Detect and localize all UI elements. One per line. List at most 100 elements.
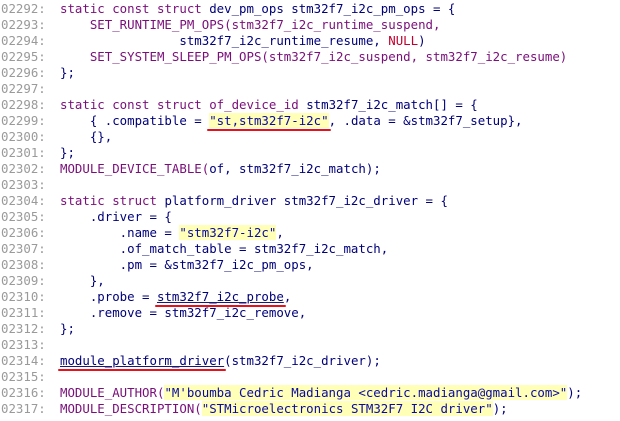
code-text: { .compatible = "st,stm32f7-i2c", .data …	[60, 113, 523, 129]
code-text: .of_match_table = stm32f7_i2c_match,	[60, 241, 389, 257]
code-line[interactable]: 02301:};	[0, 145, 620, 161]
code-text: };	[60, 321, 75, 337]
code-line[interactable]: 02308: .pm = &stm32f7_i2c_pm_ops,	[0, 257, 620, 273]
code-line[interactable]: 02315:	[0, 369, 620, 385]
code-text: },	[60, 273, 105, 289]
code-token: { .compatible =	[60, 113, 210, 128]
code-token: stm32f7_i2c_runtime_resume,	[60, 33, 389, 48]
code-line[interactable]: 02309: },	[0, 273, 620, 289]
code-token: MODULE_AUTHOR(	[60, 385, 165, 400]
code-token: .probe =	[60, 289, 157, 304]
line-number: 02301:	[1, 145, 46, 160]
code-token: module_platform_driver	[60, 353, 225, 368]
code-line[interactable]: 02302: MODULE_DEVICE_TABLE(of, stm32f7_i2…	[0, 161, 620, 177]
line-number: 02316:	[1, 385, 46, 400]
code-token: stm32f7_i2c_probe	[156, 289, 284, 304]
code-text: SET_SYSTEM_SLEEP_PM_OPS(stm32f7_i2c_susp…	[60, 49, 567, 65]
code-editor[interactable]: 02292: static const struct dev_pm_ops stm…	[0, 0, 620, 421]
code-token: );	[492, 401, 508, 416]
keyword: const	[112, 1, 157, 16]
code-line[interactable]: 02292: static const struct dev_pm_ops stm…	[0, 1, 620, 17]
line-number: 02296:	[1, 65, 46, 80]
line-number: 02292:	[1, 1, 46, 16]
code-line[interactable]: 02303:	[0, 177, 620, 193]
code-text: .remove = stm32f7_i2c_remove,	[60, 305, 306, 321]
code-token: },	[60, 273, 105, 288]
keyword: static	[60, 193, 113, 208]
keyword: struct	[156, 1, 210, 16]
code-token: };	[60, 65, 75, 80]
code-token: };	[60, 145, 75, 160]
code-text: };	[60, 65, 75, 81]
code-line[interactable]: 02310: .probe = stm32f7_i2c_probe,	[0, 289, 620, 305]
code-line[interactable]: 02311: .remove = stm32f7_i2c_remove,	[0, 305, 620, 321]
code-token: (stm32f7_i2c_driver);	[224, 353, 381, 368]
code-line[interactable]: 02300: {},	[0, 129, 620, 145]
code-token: .of_match_table = stm32f7_i2c_match,	[60, 241, 389, 256]
code-line[interactable]: 02294: stm32f7_i2c_runtime_resume, NULL)	[0, 33, 620, 49]
code-line[interactable]: 02293: SET_RUNTIME_PM_OPS(stm32f7_i2c_ru…	[0, 17, 620, 33]
code-token: MODULE_DESCRIPTION(	[60, 401, 202, 416]
code-token: )	[418, 33, 426, 48]
line-number: 02304:	[1, 193, 46, 208]
code-line[interactable]: 02304: static struct platform_driver stm3…	[0, 193, 620, 209]
code-token: );	[567, 385, 583, 400]
code-token: .driver = {	[60, 209, 172, 224]
code-token: platform_driver stm32f7_i2c_driver = {	[164, 193, 448, 208]
code-token: SET_RUNTIME_PM_OPS(stm32f7_i2c_runtime_s…	[60, 17, 441, 32]
code-text: SET_RUNTIME_PM_OPS(stm32f7_i2c_runtime_s…	[60, 17, 441, 33]
line-number: 02307:	[1, 241, 46, 256]
code-token: , .data = &stm32f7_setup},	[328, 113, 523, 128]
line-number: 02303:	[1, 177, 46, 192]
code-text: MODULE_DEVICE_TABLE(of, stm32f7_i2c_matc…	[60, 161, 381, 177]
line-number: 02313:	[1, 337, 46, 352]
code-token: ,	[276, 225, 284, 240]
red-underline-compatible	[207, 129, 331, 131]
code-line[interactable]: 02313:	[0, 337, 620, 353]
code-line[interactable]: 02298: static const struct of_device_id s…	[0, 97, 620, 113]
code-text: .driver = {	[60, 209, 172, 225]
red-underline-probe	[154, 305, 286, 307]
code-text: {},	[60, 129, 112, 145]
code-line[interactable]: 02312:};	[0, 321, 620, 337]
code-line[interactable]: 02317: MODULE_DESCRIPTION("STMicroelectro…	[0, 401, 620, 417]
code-text: static const struct of_device_id stm32f7…	[60, 97, 478, 113]
code-token: .pm = &stm32f7_i2c_pm_ops,	[60, 257, 314, 272]
code-text: .probe = stm32f7_i2c_probe,	[60, 289, 291, 305]
code-token: };	[60, 321, 75, 336]
code-line[interactable]: 02316: MODULE_AUTHOR("M'boumba Cedric Mad…	[0, 385, 620, 401]
code-line[interactable]: 02307: .of_match_table = stm32f7_i2c_mat…	[0, 241, 620, 257]
line-number: 02309:	[1, 273, 46, 288]
code-line[interactable]: 02299: { .compatible = "st,stm32f7-i2c",…	[0, 113, 620, 129]
code-line[interactable]: 02314: module_platform_driver(stm32f7_i2c…	[0, 353, 620, 369]
line-number: 02312:	[1, 321, 46, 336]
line-number: 02295:	[1, 49, 46, 64]
code-line[interactable]: 02306: .name = "stm32f7-i2c",	[0, 225, 620, 241]
code-token: .remove = stm32f7_i2c_remove,	[60, 305, 307, 320]
line-number: 02302:	[1, 161, 46, 176]
line-number: 02308:	[1, 257, 46, 272]
line-number: 02317:	[1, 401, 46, 416]
keyword: struct	[156, 97, 210, 112]
keyword: static	[60, 97, 113, 112]
code-token: .name =	[60, 225, 180, 240]
code-text: .name = "stm32f7-i2c",	[60, 225, 284, 241]
code-line[interactable]: 02305: .driver = {	[0, 209, 620, 225]
code-token: {},	[60, 129, 113, 144]
string-literal: "st,stm32f7-i2c"	[209, 113, 329, 128]
line-number: 02314:	[1, 353, 46, 368]
code-line[interactable]: 02297:	[0, 81, 620, 97]
line-number: 02299:	[1, 113, 46, 128]
code-text: stm32f7_i2c_runtime_resume, NULL)	[60, 33, 426, 49]
line-number: 02311:	[1, 305, 46, 320]
code-text: MODULE_AUTHOR("M'boumba Cedric Madianga …	[60, 385, 582, 401]
code-token: stm32f7_i2c_match[] = {	[298, 97, 478, 112]
code-text: module_platform_driver(stm32f7_i2c_drive…	[60, 353, 381, 369]
keyword: static	[60, 1, 113, 16]
code-line[interactable]: 02295: SET_SYSTEM_SLEEP_PM_OPS(stm32f7_i…	[0, 49, 620, 65]
code-token: ,	[283, 289, 292, 304]
code-token: of, stm32f7_i2c_match);	[209, 161, 381, 176]
code-line[interactable]: 02296:};	[0, 65, 620, 81]
code-token: MODULE_DEVICE_TABLE(	[60, 161, 210, 176]
code-text: MODULE_DESCRIPTION("STMicroelectronics S…	[60, 401, 508, 417]
